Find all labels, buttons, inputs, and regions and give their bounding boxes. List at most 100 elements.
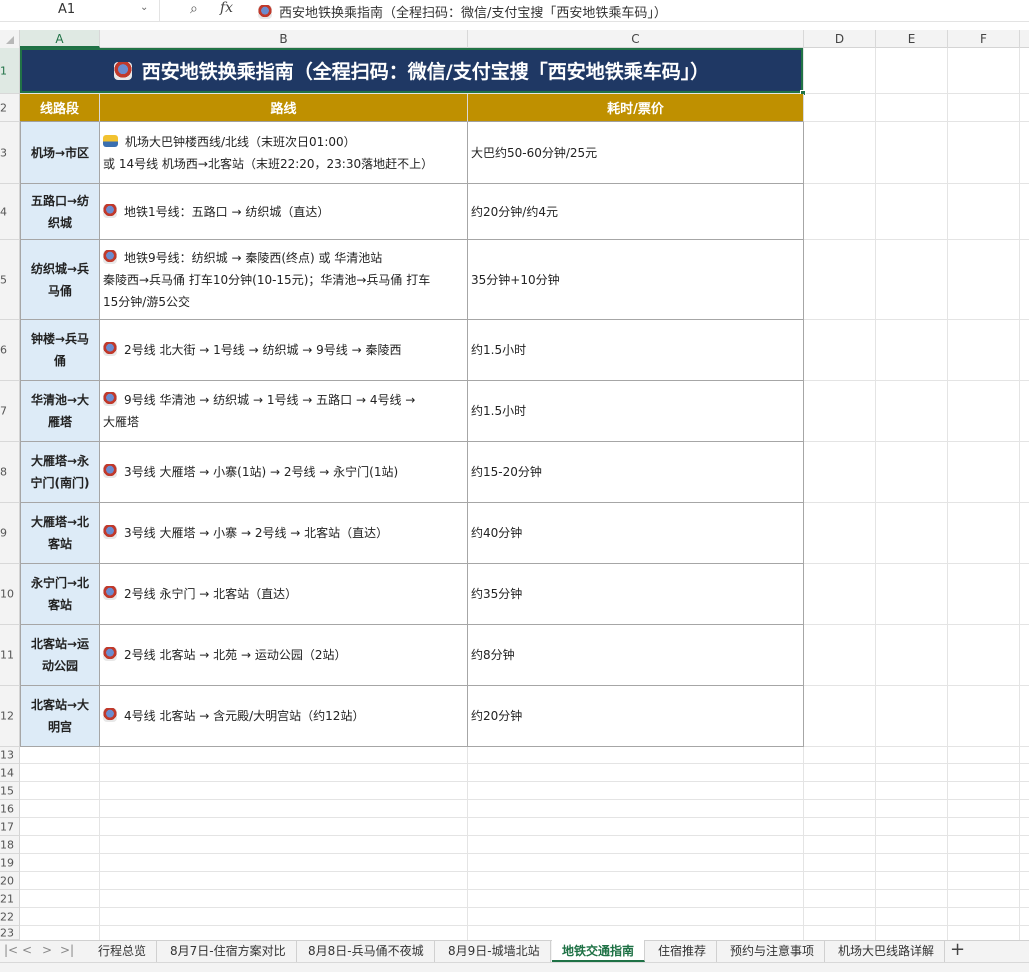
sheet-tab[interactable]: 8月7日-住宿方案对比: [160, 940, 297, 962]
time-fare-cell[interactable]: 约1.5小时: [468, 381, 804, 442]
zoom-icon[interactable]: ⌕: [190, 1, 198, 17]
row-header[interactable]: 9: [0, 503, 20, 564]
time-fare-cell[interactable]: 约40分钟: [468, 503, 804, 564]
route-text: 3号线 大雁塔 → 小寨(1站) → 2号线 → 永宁门(1站): [124, 465, 399, 479]
route-cell[interactable]: 地铁1号线：五路口 → 纺织城（直达）: [100, 184, 468, 240]
first-sheet-icon[interactable]: |<: [4, 943, 18, 957]
row-header[interactable]: 6: [0, 320, 20, 381]
segment-cell[interactable]: 大雁塔→北 客站: [20, 503, 100, 564]
time-fare-text: 约20分钟: [471, 709, 523, 723]
row-header[interactable]: 7: [0, 381, 20, 442]
row-header[interactable]: 18: [0, 836, 20, 854]
route-cell[interactable]: 地铁9号线：纺织城 → 秦陵西(终点) 或 华清池站 秦陵西→兵马俑 打车10分钟…: [100, 240, 468, 320]
segment-cell[interactable]: 五路口→纺 织城: [20, 184, 100, 240]
segment-cell[interactable]: 华清池→大雁塔: [20, 381, 100, 442]
time-fare-cell[interactable]: 约20分钟/约4元: [468, 184, 804, 240]
row-header[interactable]: 23: [0, 926, 20, 940]
segment-text: 华清池→大: [30, 393, 90, 407]
last-sheet-icon[interactable]: >|: [60, 943, 74, 957]
metro-icon: [103, 342, 117, 356]
column-header-f[interactable]: F: [948, 30, 1020, 48]
segment-text: 北客站→运: [30, 637, 90, 651]
route-cell[interactable]: 2号线 北大街 → 1号线 → 纺织城 → 9号线 → 秦陵西: [100, 320, 468, 381]
select-all-corner[interactable]: [0, 30, 20, 48]
row-header[interactable]: 5: [0, 240, 20, 320]
segment-cell[interactable]: 钟楼→兵马俑: [20, 320, 100, 381]
prev-sheet-icon[interactable]: <: [22, 943, 32, 957]
row-header[interactable]: 20: [0, 872, 20, 890]
sheet-tab[interactable]: 预约与注意事项: [720, 940, 826, 962]
sheet-tab[interactable]: 8月8日-兵马俑不夜城: [298, 940, 435, 962]
column-header-d[interactable]: D: [804, 30, 876, 48]
segment-cell[interactable]: 永宁门→北 客站: [20, 564, 100, 625]
time-fare-text: 35分钟+10分钟: [471, 272, 560, 287]
row-header[interactable]: 2: [0, 94, 20, 122]
row-header[interactable]: 17: [0, 818, 20, 836]
time-fare-cell[interactable]: 约8分钟: [468, 625, 804, 686]
metro-icon: [258, 5, 272, 19]
column-header-e[interactable]: E: [876, 30, 948, 48]
add-sheet-button[interactable]: +: [950, 939, 965, 960]
header-route[interactable]: 路线: [100, 94, 468, 122]
route-cell[interactable]: 9号线 华清池 → 纺织城 → 1号线 → 五路口 → 4号线 → 大雁塔: [100, 381, 468, 442]
column-header-c[interactable]: C: [468, 30, 804, 48]
page-title: 西安地铁换乘指南（全程扫码：微信/支付宝搜「西安地铁乘车码」）: [141, 61, 710, 83]
column-header-b[interactable]: B: [100, 30, 468, 48]
segment-text: 雁塔: [47, 415, 72, 429]
row-header[interactable]: 15: [0, 782, 20, 800]
header-segment[interactable]: 线路段: [20, 94, 100, 122]
function-icon[interactable]: fx: [220, 0, 233, 16]
formula-text: 西安地铁换乘指南（全程扫码：微信/支付宝搜「西安地铁乘车码」）: [279, 6, 667, 21]
header-time-fare[interactable]: 耗时/票价: [468, 94, 804, 122]
route-cell[interactable]: 3号线 大雁塔 → 小寨 → 2号线 → 北客站（直达）: [100, 503, 468, 564]
time-fare-cell[interactable]: 大巴约50-60分钟/25元: [468, 122, 804, 184]
row-header[interactable]: 12: [0, 686, 20, 747]
column-header-a[interactable]: A: [20, 30, 100, 48]
row-header[interactable]: 10: [0, 564, 20, 625]
route-cell[interactable]: 2号线 北客站 → 北苑 → 运动公园（2站）: [100, 625, 468, 686]
next-sheet-icon[interactable]: >: [42, 943, 52, 957]
time-fare-cell[interactable]: 35分钟+10分钟: [468, 240, 804, 320]
time-fare-cell[interactable]: 约15-20分钟: [468, 442, 804, 503]
row-header[interactable]: 11: [0, 625, 20, 686]
time-fare-text: 约35分钟: [471, 587, 523, 601]
time-fare-cell[interactable]: 约20分钟: [468, 686, 804, 747]
metro-icon: [103, 525, 117, 539]
segment-cell[interactable]: 大雁塔→永 宁门(南门): [20, 442, 100, 503]
row-header[interactable]: 19: [0, 854, 20, 872]
segment-text: 俑: [53, 354, 66, 368]
segment-text: 宁门(南门): [30, 476, 90, 490]
time-fare-text: 约40分钟: [471, 526, 523, 540]
time-fare-cell[interactable]: 约35分钟: [468, 564, 804, 625]
segment-cell[interactable]: 机场→市区: [20, 122, 100, 184]
sheet-tab[interactable]: 住宿推荐: [648, 940, 718, 962]
row-header[interactable]: 1: [0, 48, 20, 94]
row-header[interactable]: 8: [0, 442, 20, 503]
sheet-tab[interactable]: 行程总览: [88, 940, 158, 962]
row-header[interactable]: 13: [0, 747, 20, 764]
row-header[interactable]: 16: [0, 800, 20, 818]
segment-cell[interactable]: 北客站→运 动公园: [20, 625, 100, 686]
sheet-tab[interactable]: 机场大巴线路详解: [828, 940, 946, 962]
title-cell[interactable]: 西安地铁换乘指南（全程扫码：微信/支付宝搜「西安地铁乘车码」）: [20, 48, 803, 93]
row-header[interactable]: 21: [0, 890, 20, 908]
chevron-down-icon[interactable]: ⌄: [140, 2, 148, 13]
row-header[interactable]: 3: [0, 122, 20, 184]
segment-cell[interactable]: 纺织城→兵 马俑: [20, 240, 100, 320]
segment-text: 机场→市区: [30, 145, 90, 160]
time-fare-cell[interactable]: 约1.5小时: [468, 320, 804, 381]
formula-input[interactable]: 西安地铁换乘指南（全程扫码：微信/支付宝搜「西安地铁乘车码」）: [258, 2, 667, 21]
sheet-tab[interactable]: 8月9日-城墙北站: [438, 940, 551, 962]
route-cell[interactable]: 机场大巴钟楼西线/北线（末班次日01:00） 或 14号线 机场西→北客站（末班2…: [100, 122, 468, 184]
route-cell[interactable]: 2号线 永宁门 → 北客站（直达）: [100, 564, 468, 625]
row-header[interactable]: 4: [0, 184, 20, 240]
row-header[interactable]: 22: [0, 908, 20, 926]
row-header[interactable]: 14: [0, 764, 20, 782]
metro-icon: [103, 708, 117, 722]
segment-text: 五路口→纺: [30, 193, 90, 208]
sheet-tab-active[interactable]: 地铁交通指南: [552, 940, 646, 962]
segment-cell[interactable]: 北客站→大 明宫: [20, 686, 100, 747]
route-cell[interactable]: 4号线 北客站 → 含元殿/大明宫站（约12站）: [100, 686, 468, 747]
name-box[interactable]: A1 ⌄: [0, 0, 160, 22]
route-cell[interactable]: 3号线 大雁塔 → 小寨(1站) → 2号线 → 永宁门(1站): [100, 442, 468, 503]
